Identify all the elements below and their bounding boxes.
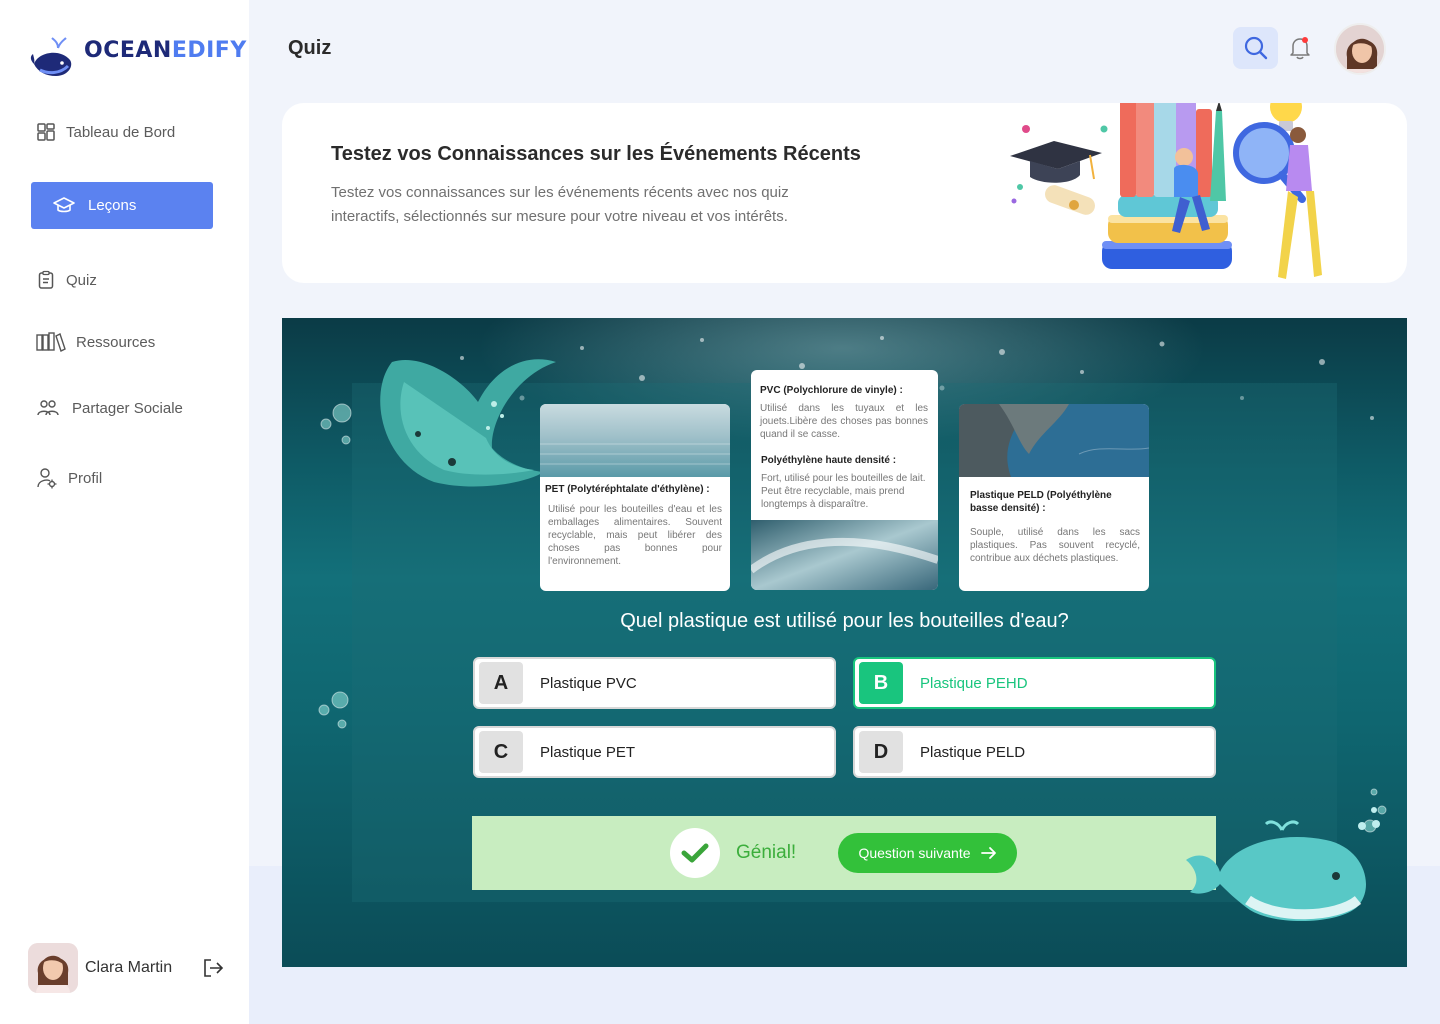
sidebar-item-label: Partager Sociale [72, 399, 183, 417]
sidebar-item-profil[interactable]: Profil [36, 467, 102, 489]
card-title: PVC (Polychlorure de vinyle) : [760, 385, 903, 396]
header-avatar[interactable] [1334, 23, 1386, 75]
sidebar-item-label: Profil [68, 469, 103, 487]
study-illustration [1010, 103, 1322, 279]
card-title: PET (Polytéréphtalate d'éthylène) : [545, 484, 710, 495]
sidebar-item-label: Leçons [88, 197, 137, 214]
user-name: Clara Martin [85, 959, 173, 976]
option-letter: B [859, 662, 903, 704]
option-letter: D [859, 731, 903, 773]
clipboard-icon [38, 270, 54, 289]
sidebar-item-label: Tableau de Bord [66, 123, 176, 141]
card-body: Fort, utilisé pour les bouteilles de lai… [761, 473, 926, 510]
sidebar-item-lecons[interactable]: Leçons [31, 182, 213, 229]
whale-logo-icon [30, 37, 72, 76]
answer-option-a[interactable]: A Plastique PVC [473, 657, 836, 709]
coast-photo [959, 404, 1149, 477]
logout-icon[interactable] [202, 958, 224, 978]
card-body: Souple, utilisé dans les sacs plastiques… [970, 527, 1140, 564]
card-title: Polyéthylène haute densité : [761, 455, 897, 466]
search-button[interactable] [1233, 27, 1278, 69]
option-letter: C [479, 731, 523, 773]
answer-option-c[interactable]: C Plastique PET [473, 726, 836, 778]
sidebar-item-tableau-de-bord[interactable]: Tableau de Bord [36, 122, 175, 142]
user-gear-icon [37, 468, 57, 489]
page-title: Quiz [288, 37, 332, 59]
graduation-cap-icon [53, 196, 75, 212]
search-icon [1244, 36, 1267, 60]
quiz-question: Quel plastique est utilisé pour les bout… [620, 610, 1069, 632]
sidebar-item-label: Quiz [66, 271, 97, 289]
feedback-text: Génial! [736, 842, 797, 863]
avatar-illustration [28, 943, 78, 993]
answer-option-d[interactable]: D Plastique PELD [853, 726, 1216, 778]
plastic-card-pet[interactable]: PET (Polytéréphtalate d'éthylène) : Util… [540, 404, 730, 591]
people-icon [37, 400, 59, 416]
avatar [28, 943, 78, 993]
notification-bell-icon[interactable] [1288, 35, 1312, 61]
plastic-card-peld[interactable]: Plastique PELD (Polyéthylène basse densi… [959, 404, 1149, 591]
hero-card: Testez vos Connaissances sur les Événeme… [282, 103, 1407, 283]
option-label: Plastique PET [540, 743, 636, 761]
plastic-card-pvc[interactable]: PVC (Polychlorure de vinyle) : Utilisé d… [751, 370, 938, 590]
option-letter: A [479, 662, 523, 704]
arrow-right-icon [980, 847, 996, 859]
next-question-label: Question suivante [858, 845, 971, 861]
sidebar-item-quiz[interactable]: Quiz [36, 270, 97, 290]
logo-text-edify: EDIFY [171, 38, 247, 63]
logo[interactable]: OCEANEDIFY [30, 30, 246, 86]
books-icon [36, 332, 66, 352]
manta-ray-illustration [380, 359, 556, 487]
sidebar: OCEANEDIFY Tableau de Bord Leçons Quiz R… [0, 0, 249, 1024]
sidebar-item-partager-sociale[interactable]: Partager Sociale [36, 398, 183, 418]
hero-title: Testez vos Connaissances sur les Événeme… [331, 143, 861, 165]
logo-text-ocean: OCEAN [84, 38, 172, 63]
grid-icon [37, 123, 55, 141]
sidebar-item-label: Ressources [76, 333, 156, 351]
card-body: Utilisé dans les tuyaux et les jouets.Li… [760, 403, 928, 440]
card-title: Plastique PELD (Polyéthylène basse densi… [970, 490, 1112, 514]
feedback-bar: Génial! Question suivante [472, 816, 1216, 890]
hero-description: Testez vos connaissances sur les événeme… [331, 184, 789, 225]
checkmark-icon [670, 828, 720, 878]
whale-illustration [1186, 807, 1380, 922]
option-label: Plastique PELD [920, 743, 1026, 761]
sidebar-item-ressources[interactable]: Ressources [36, 332, 155, 352]
card-body: Utilisé pour les bouteilles d'eau et les… [548, 504, 722, 567]
user-profile[interactable]: Clara Martin [28, 943, 172, 993]
answer-option-b[interactable]: B Plastique PEHD [853, 657, 1216, 709]
option-label: Plastique PEHD [920, 674, 1028, 692]
next-question-button[interactable]: Question suivante [838, 833, 1017, 873]
logo-text: OCEANEDIFY [84, 38, 247, 63]
ocean-photo [540, 404, 730, 477]
avatar-illustration [1336, 25, 1384, 73]
option-label: Plastique PVC [540, 674, 637, 692]
wave-photo [751, 520, 938, 590]
